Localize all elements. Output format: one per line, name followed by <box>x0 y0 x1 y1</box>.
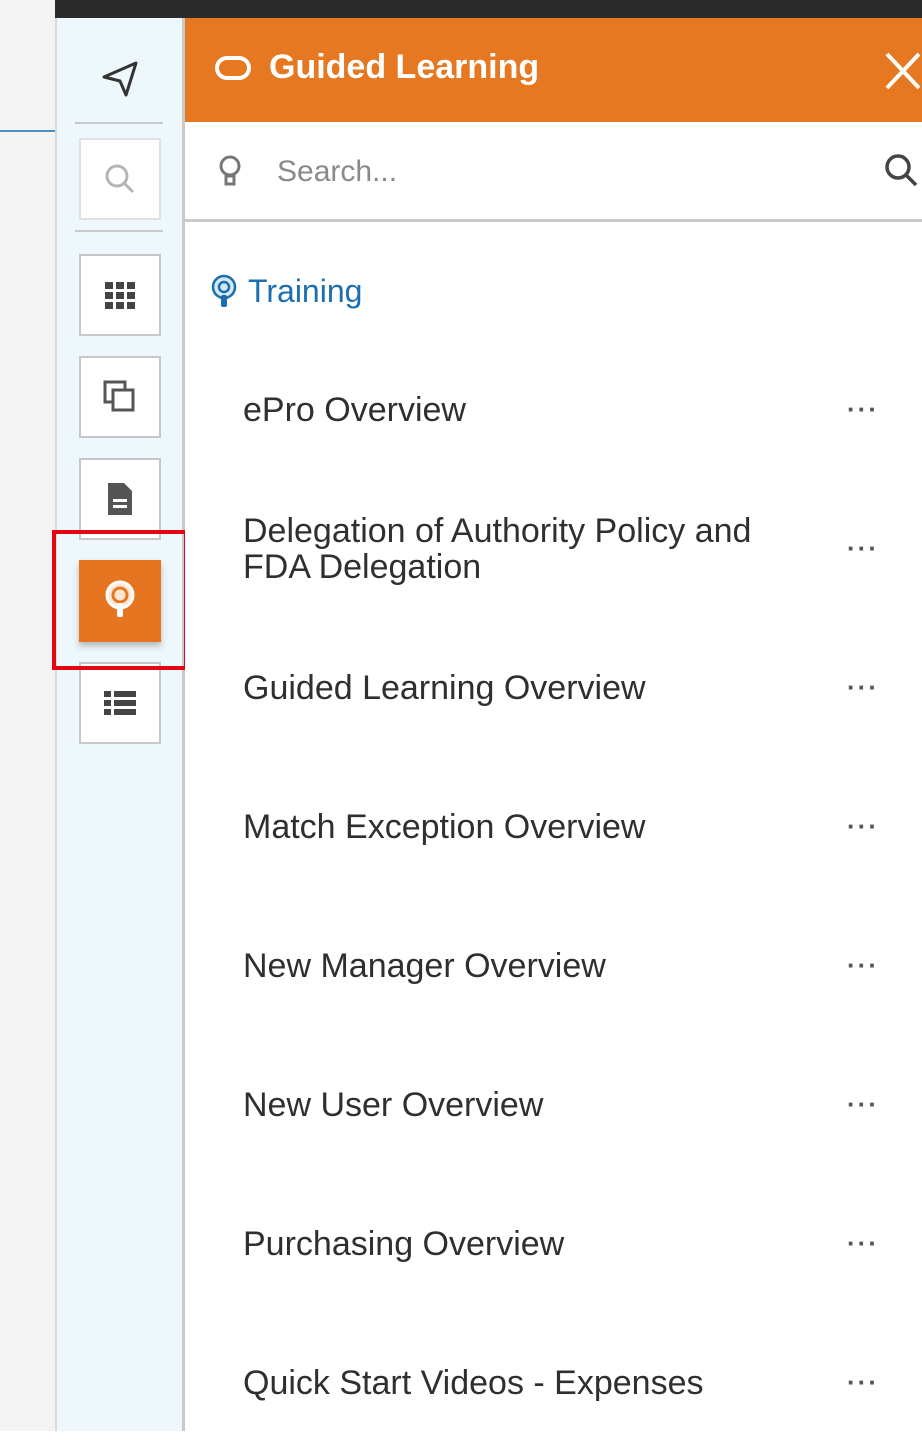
document-icon <box>108 483 132 515</box>
more-options-icon[interactable]: ··· <box>847 394 879 425</box>
guide-title: Purchasing Overview <box>243 1224 565 1263</box>
search-bar <box>185 122 922 222</box>
more-options-icon[interactable]: ··· <box>847 950 879 981</box>
guided-learning-title-icon <box>215 56 251 80</box>
rail-copy-button[interactable] <box>79 356 161 438</box>
rail-guided-learning-button[interactable] <box>79 560 161 642</box>
rail-divider <box>75 122 163 124</box>
background-divider <box>0 130 60 132</box>
guide-title: New Manager Overview <box>243 946 606 985</box>
list-item[interactable]: New Manager Overview ··· <box>185 896 922 1035</box>
guide-title: Delegation of Authority Policy and FDA D… <box>243 511 752 586</box>
list-item[interactable]: Quick Start Videos - Expenses ··· <box>185 1313 922 1452</box>
section-label: Training <box>248 273 363 309</box>
section-header-training[interactable]: Training <box>210 273 362 310</box>
more-options-icon[interactable]: ··· <box>847 1228 879 1259</box>
widget-rail <box>55 18 185 1431</box>
panel-header: Guided Learning <box>185 18 922 122</box>
background-topbar <box>55 0 922 18</box>
guide-title: ePro Overview <box>243 390 466 429</box>
more-options-icon[interactable]: ··· <box>847 533 879 564</box>
list-item[interactable]: Guided Learning Overview ··· <box>185 618 922 757</box>
background-app <box>0 0 55 1431</box>
guide-list: ePro Overview ··· Delegation of Authorit… <box>185 340 922 1452</box>
guide-title: New User Overview <box>243 1085 544 1124</box>
list-icon <box>104 691 136 715</box>
lightbulb-icon <box>219 155 241 186</box>
list-item[interactable]: Match Exception Overview ··· <box>185 757 922 896</box>
list-item[interactable]: Delegation of Authority Policy and FDA D… <box>185 479 922 618</box>
close-icon[interactable] <box>883 48 922 94</box>
more-options-icon[interactable]: ··· <box>847 1089 879 1120</box>
list-item[interactable]: New User Overview ··· <box>185 1035 922 1174</box>
rail-list-button[interactable] <box>79 662 161 744</box>
list-item[interactable]: Purchasing Overview ··· <box>185 1174 922 1313</box>
guided-learning-panel: Guided Learning Training ePro Overview ·… <box>185 18 922 1431</box>
search-icon <box>105 164 135 194</box>
rail-document-button[interactable] <box>79 458 161 540</box>
navigate-icon[interactable] <box>89 48 151 110</box>
guide-title: Match Exception Overview <box>243 807 646 846</box>
panel-title: Guided Learning <box>269 48 540 86</box>
more-options-icon[interactable]: ··· <box>847 811 879 842</box>
copy-icon <box>103 380 135 412</box>
rail-divider <box>75 230 163 232</box>
more-options-icon[interactable]: ··· <box>847 1367 879 1398</box>
rail-grid-button[interactable] <box>79 254 161 336</box>
more-options-icon[interactable]: ··· <box>847 672 879 703</box>
search-submit-icon[interactable] <box>883 152 919 188</box>
rail-search-button[interactable] <box>79 138 161 220</box>
guide-title: Guided Learning Overview <box>243 668 646 707</box>
guide-title: Quick Start Videos - Expenses <box>243 1363 704 1402</box>
grid-icon <box>105 282 135 309</box>
search-input[interactable] <box>275 148 839 196</box>
list-item[interactable]: ePro Overview ··· <box>185 340 922 479</box>
guided-learning-icon <box>105 580 135 617</box>
training-icon <box>211 274 237 307</box>
